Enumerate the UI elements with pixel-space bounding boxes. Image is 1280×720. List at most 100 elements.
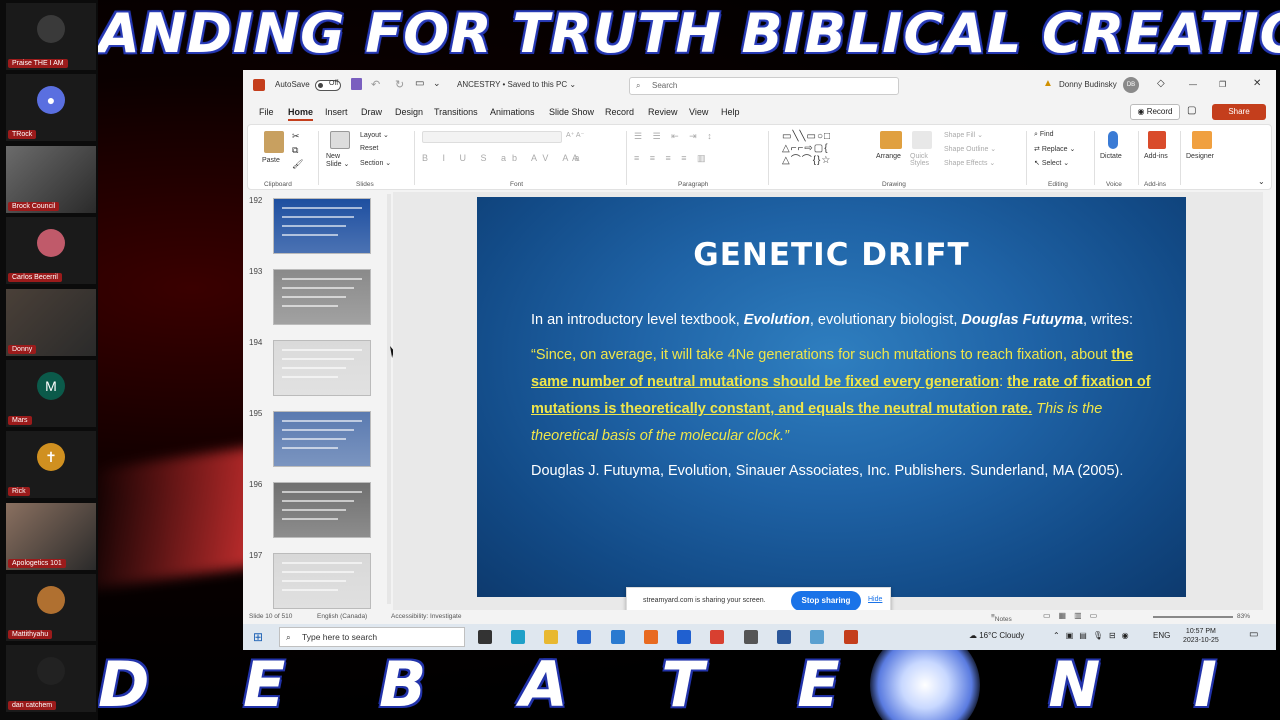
- menu-tab-help[interactable]: Help: [721, 107, 740, 117]
- present-icon[interactable]: ▭: [415, 78, 424, 89]
- font-size-controls[interactable]: A⁺ A⁻: [566, 131, 584, 139]
- zoom-slider[interactable]: [1153, 616, 1233, 618]
- search-input[interactable]: ⌕ Search: [629, 77, 899, 95]
- document-title[interactable]: ANCESTRY • Saved to this PC ⌄: [457, 80, 576, 89]
- menu-tab-review[interactable]: Review: [648, 107, 678, 117]
- save-icon[interactable]: [351, 78, 362, 90]
- participant-tile[interactable]: Praise THE I AM: [6, 3, 96, 70]
- hide-link[interactable]: Hide: [868, 596, 882, 603]
- notification-icon[interactable]: ▭: [1249, 629, 1258, 640]
- participant-tile[interactable]: Brock Council: [6, 146, 96, 213]
- task-view-icon[interactable]: [478, 630, 492, 644]
- photos-icon[interactable]: [810, 630, 824, 644]
- list-icons[interactable]: ☰ ☰ ⇤ ⇥ ↕: [634, 131, 716, 142]
- undo-icon[interactable]: ↶: [371, 78, 380, 91]
- microphone-icon[interactable]: [1108, 131, 1118, 149]
- participant-tile[interactable]: Carlos Becerril: [6, 217, 96, 284]
- menu-tab-file[interactable]: File: [259, 107, 274, 117]
- edge-icon[interactable]: [511, 630, 525, 644]
- quick-styles-icon[interactable]: [912, 131, 932, 149]
- minimize-icon[interactable]: —: [1189, 80, 1197, 89]
- taskbar-search-input[interactable]: ⌕ Type here to search: [279, 627, 465, 647]
- word-icon[interactable]: [777, 630, 791, 644]
- participant-tile[interactable]: ● TRock: [6, 74, 96, 141]
- addins-icon[interactable]: [1148, 131, 1166, 149]
- dictate-button[interactable]: Dictate: [1100, 153, 1122, 160]
- redo-icon[interactable]: ↻: [395, 78, 404, 91]
- stop-sharing-button[interactable]: Stop sharing: [791, 591, 861, 611]
- slide-thumbnail[interactable]: [273, 482, 371, 538]
- windows-start-icon[interactable]: ⊞: [253, 630, 263, 644]
- designer-icon[interactable]: [1192, 131, 1212, 149]
- menu-tab-record[interactable]: Record: [605, 107, 634, 117]
- customize-toolbar-icon[interactable]: ⌄: [433, 78, 441, 89]
- warning-icon[interactable]: ▲: [1043, 78, 1053, 89]
- firefox-icon[interactable]: [644, 630, 658, 644]
- arrange-icon[interactable]: [880, 131, 902, 149]
- arrange-button[interactable]: Arrange: [876, 153, 901, 160]
- copy-icon[interactable]: ⧉: [292, 145, 298, 156]
- notes-button[interactable]: ≡ Notes: [991, 613, 1012, 623]
- paste-button[interactable]: Paste: [262, 157, 280, 164]
- menu-tab-draw[interactable]: Draw: [361, 107, 382, 117]
- menu-tab-transitions[interactable]: Transitions: [434, 107, 478, 117]
- thumbnail-scrollbar[interactable]: [387, 194, 391, 604]
- store-icon[interactable]: [577, 630, 591, 644]
- zoom-level[interactable]: 83%: [1237, 613, 1250, 620]
- slide-thumbnail[interactable]: [273, 553, 371, 609]
- participant-tile[interactable]: Donny: [6, 289, 96, 356]
- powerpoint-icon[interactable]: [844, 630, 858, 644]
- accessibility-status[interactable]: Accessibility: Investigate: [391, 613, 461, 620]
- user-avatar[interactable]: DB: [1123, 77, 1139, 93]
- comments-icon[interactable]: ▢: [1187, 105, 1196, 116]
- section-button[interactable]: Section ⌄: [360, 159, 391, 167]
- diamond-icon[interactable]: ◇: [1157, 78, 1165, 89]
- restore-icon[interactable]: ❐: [1219, 80, 1226, 89]
- new-slide-button[interactable]: New Slide ⌄: [326, 153, 356, 168]
- view-buttons[interactable]: ▭▦▥▭: [1043, 611, 1105, 620]
- layout-button[interactable]: Layout ⌄: [360, 131, 389, 139]
- dropbox-icon[interactable]: [677, 630, 691, 644]
- mail-icon[interactable]: [611, 630, 625, 644]
- participant-tile[interactable]: dan catchem: [6, 645, 96, 712]
- language-status[interactable]: English (Canada): [317, 613, 367, 620]
- participant-tile[interactable]: ✝ Rick: [6, 431, 96, 498]
- find-button[interactable]: ⌕ Find: [1034, 131, 1054, 139]
- menu-tab-home[interactable]: Home: [288, 107, 314, 121]
- record-button[interactable]: ◉ Record: [1130, 104, 1180, 120]
- collapse-ribbon-icon[interactable]: ⌄: [1258, 177, 1265, 186]
- select-button[interactable]: ↖ Select ⌄: [1034, 159, 1069, 167]
- cut-icon[interactable]: ✂: [292, 131, 300, 142]
- menu-tab-slide-show[interactable]: Slide Show: [549, 107, 594, 117]
- slide-thumbnail[interactable]: [273, 269, 371, 325]
- menu-tab-animations[interactable]: Animations: [490, 107, 535, 117]
- close-icon[interactable]: ✕: [1253, 78, 1261, 89]
- addins-button[interactable]: Add-ins: [1144, 153, 1168, 160]
- current-slide[interactable]: GENETIC DRIFT In an introductory level t…: [477, 197, 1186, 597]
- file-explorer-icon[interactable]: [544, 630, 558, 644]
- designer-button[interactable]: Designer: [1186, 153, 1214, 160]
- slide-thumbnail[interactable]: [273, 411, 371, 467]
- weather-status[interactable]: ☁ 16°C Cloudy: [969, 631, 1024, 640]
- paste-icon[interactable]: [264, 131, 284, 153]
- app-icon[interactable]: [744, 630, 758, 644]
- menu-tab-design[interactable]: Design: [395, 107, 423, 117]
- replace-button[interactable]: ⇄ Replace ⌄: [1034, 145, 1075, 153]
- menu-tab-insert[interactable]: Insert: [325, 107, 348, 117]
- shape-fill-button[interactable]: Shape Fill ⌄: [944, 131, 983, 139]
- format-painter-icon[interactable]: 🖌: [292, 159, 303, 170]
- slide-thumbnail[interactable]: [273, 340, 371, 396]
- chrome-icon[interactable]: [710, 630, 724, 644]
- slide-scrollbar[interactable]: [1263, 192, 1276, 610]
- align-icons[interactable]: ≡ ≡ ≡ ≡ ▥: [634, 153, 710, 164]
- keyboard-language[interactable]: ENG: [1153, 631, 1170, 640]
- system-tray-icons[interactable]: ⌃▣▤🎙⊟◉: [1053, 631, 1135, 640]
- reset-button[interactable]: Reset: [360, 145, 378, 152]
- participant-tile[interactable]: Apologetics 101: [6, 503, 96, 570]
- font-color-icon[interactable]: A: [572, 153, 578, 163]
- menu-tab-view[interactable]: View: [689, 107, 708, 117]
- participant-tile[interactable]: Mattithyahu: [6, 574, 96, 641]
- new-slide-icon[interactable]: [330, 131, 350, 149]
- share-button[interactable]: Share: [1212, 104, 1266, 120]
- font-name-select[interactable]: [422, 131, 562, 143]
